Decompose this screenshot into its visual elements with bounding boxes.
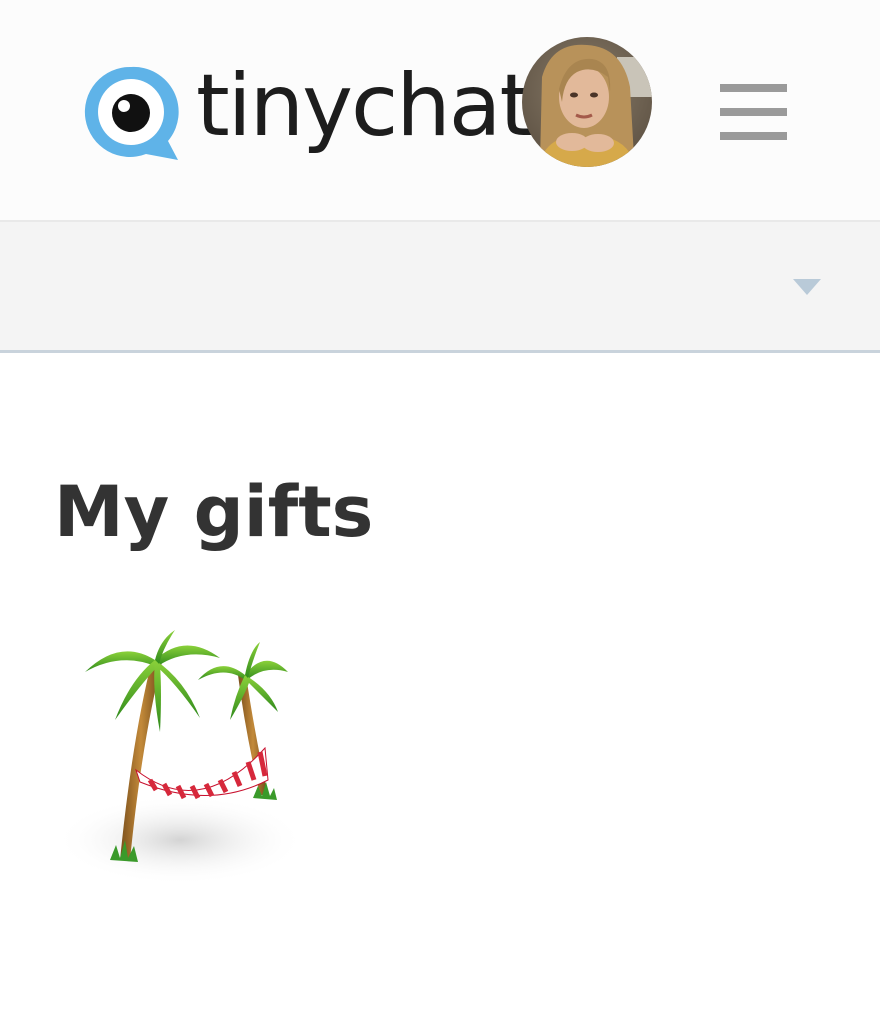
menu-bar	[720, 84, 787, 92]
section-dropdown[interactable]	[0, 222, 880, 353]
palm-trees-hammock-icon	[60, 630, 305, 885]
tinychat-eye-bubble-icon	[84, 66, 179, 160]
user-avatar[interactable]	[522, 37, 652, 167]
chevron-down-icon[interactable]	[793, 279, 821, 295]
logo-wordmark: tinychat	[196, 56, 533, 156]
hamburger-menu-icon[interactable]	[712, 78, 796, 152]
menu-bar	[720, 108, 787, 116]
avatar-image	[522, 37, 652, 167]
gift-item[interactable]	[60, 620, 310, 890]
page-title: My gifts	[54, 471, 374, 553]
menu-bar	[720, 132, 787, 140]
top-header: tinychat	[0, 0, 880, 222]
tinychat-logo[interactable]: tinychat	[80, 56, 533, 162]
